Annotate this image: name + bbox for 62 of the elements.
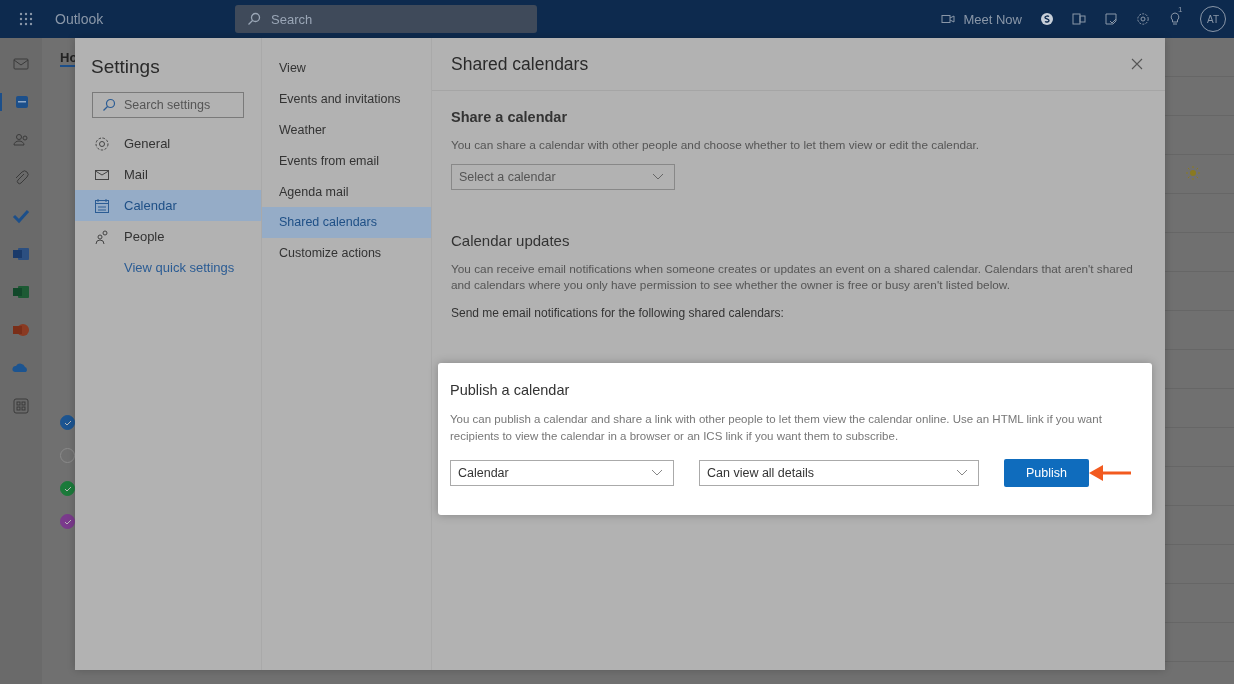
- calendar-checkbox[interactable]: [60, 514, 75, 529]
- checkmark-icon: [63, 418, 72, 427]
- chevron-down-icon: [956, 469, 968, 477]
- settings-category[interactable]: General: [75, 128, 261, 159]
- settings-title: Settings: [91, 56, 161, 78]
- app-launcher-icon[interactable]: [19, 12, 33, 26]
- permission-dropdown[interactable]: Can view all details: [699, 460, 979, 486]
- document-icon: [12, 245, 30, 263]
- settings-subcategory[interactable]: View: [262, 53, 431, 84]
- search-icon: [102, 98, 116, 112]
- checkmark-icon: [63, 484, 72, 493]
- arrow-icon: [1087, 463, 1133, 483]
- meet-now-button[interactable]: Meet Now: [941, 11, 1022, 27]
- checkmark-icon: [63, 517, 72, 526]
- video-camera-icon: [941, 14, 956, 24]
- calendar-checkbox[interactable]: [60, 415, 75, 430]
- settings-subcategory[interactable]: Customize actions: [262, 237, 431, 269]
- settings-category[interactable]: People: [75, 221, 261, 252]
- apps-icon: [12, 397, 30, 415]
- settings-icon[interactable]: [1136, 12, 1150, 26]
- section-heading: Calendar updates: [451, 231, 570, 249]
- settings-subcategory[interactable]: Weather: [262, 114, 431, 146]
- settings-category[interactable]: Mail: [75, 159, 261, 190]
- settings-category[interactable]: Calendar: [75, 190, 261, 221]
- settings-subcategory[interactable]: Events from email: [262, 145, 431, 177]
- lightbulb-icon[interactable]: [1168, 11, 1182, 27]
- settings-subcategory[interactable]: Events and invitations: [262, 83, 431, 115]
- search-icon: [247, 12, 261, 26]
- calendar-icon: [94, 197, 110, 214]
- sun-icon: [1186, 166, 1200, 180]
- office-icon[interactable]: [1072, 12, 1086, 26]
- notification-prompt: Send me email notifications for the following shared calendars:: [451, 305, 784, 320]
- calendar-checkbox[interactable]: [60, 481, 75, 496]
- calendar-dropdown[interactable]: Select a calendar: [451, 163, 675, 190]
- notification-count: 1: [1178, 5, 1183, 14]
- mail-icon: [12, 55, 30, 73]
- chevron-down-icon: [652, 172, 664, 181]
- view-quick-settings-link[interactable]: View quick settings: [124, 260, 261, 275]
- notes-icon[interactable]: [1104, 12, 1118, 26]
- search-field[interactable]: Search: [235, 5, 537, 33]
- gear-icon: [94, 135, 110, 152]
- search-settings-field[interactable]: Search settings: [92, 92, 244, 118]
- presentation-icon: [12, 321, 30, 339]
- card-title: Publish a calendar: [450, 382, 570, 398]
- section-heading: Share a calendar: [451, 109, 568, 125]
- section-description: You can share a calendar with other people and choose whether to let them view or edit the calendar.: [451, 137, 980, 154]
- spreadsheet-icon: [12, 283, 30, 301]
- section-description: You can receive email notifications when someone creates or updates an event on a shared calendar. Calendars that aren't shared and calendars where you only have permission to see whether the owner is free or busy aren't listed below.: [451, 260, 1134, 294]
- chevron-down-icon: [651, 469, 663, 477]
- close-icon[interactable]: [1131, 58, 1143, 70]
- settings-subcategory[interactable]: Shared calendars: [262, 207, 431, 238]
- settings-subcategory[interactable]: Agenda mail: [262, 176, 431, 207]
- calendar-icon: [13, 93, 31, 111]
- calendar-dropdown[interactable]: Calendar: [450, 460, 674, 486]
- people-icon: [94, 228, 110, 245]
- skype-icon[interactable]: [1040, 12, 1054, 26]
- checkmark-icon: [12, 207, 30, 225]
- publish-button[interactable]: Publish: [1004, 459, 1089, 487]
- people-icon: [12, 131, 30, 149]
- app-name: Outlook: [55, 11, 105, 27]
- card-description: You can publish a calendar and share a link with other people to let them view the calendar online. Use an HTML link if you want recipients to view the calendar in a browser or an ICS link if you want them to subscribe.: [450, 412, 1103, 444]
- panel-title: Shared calendars: [451, 53, 589, 75]
